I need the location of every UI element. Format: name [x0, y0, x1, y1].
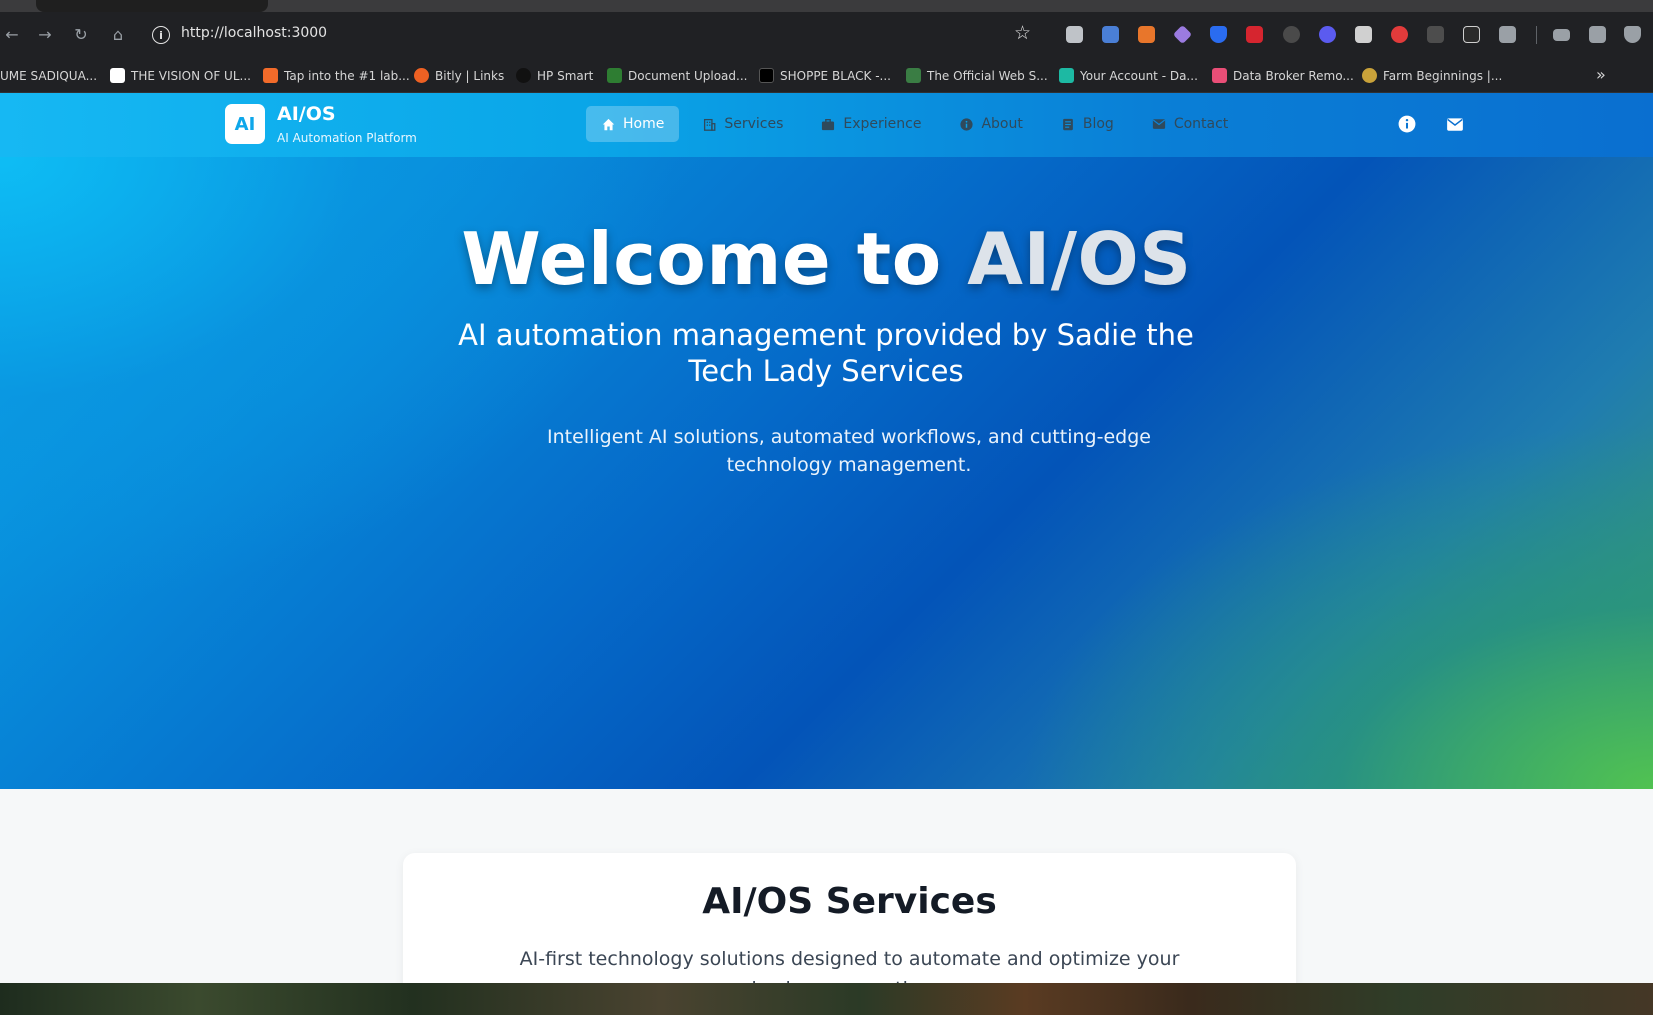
brand-title[interactable]: AI/OS: [277, 103, 336, 125]
building-icon: [702, 117, 716, 131]
site-info-icon[interactable]: i: [152, 26, 170, 44]
bookmark-item[interactable]: Document Upload...: [607, 58, 747, 93]
bookmark-item[interactable]: SHOPPE BLACK -...: [759, 58, 891, 93]
browser-tab-strip: [0, 0, 1653, 12]
bookmark-item[interactable]: Bitly | Links: [414, 58, 504, 93]
home-icon[interactable]: ⌂: [106, 23, 130, 47]
bookmark-item[interactable]: UME SADIQUA...: [0, 58, 97, 93]
diamond-extension-icon[interactable]: [1172, 24, 1193, 45]
profile-shield-icon[interactable]: [1624, 26, 1641, 43]
shield-extension-icon[interactable]: [1210, 26, 1227, 43]
hp-icon: [516, 68, 531, 83]
farm-icon: [1362, 68, 1377, 83]
browser-toolbar: ← → ↻ ⌂ i http://localhost:3000 ☆: [0, 12, 1653, 58]
nav-blog[interactable]: Blog: [1046, 106, 1129, 142]
main-nav: Home Services Experience About Blog Cont…: [586, 106, 1243, 142]
site-header: AI AI/OS AI Automation Platform Home Ser…: [0, 93, 1653, 157]
password-extension-icon[interactable]: [1246, 26, 1263, 43]
flag-icon: [263, 68, 278, 83]
notion-icon: [110, 68, 125, 83]
nav-contact[interactable]: Contact: [1137, 106, 1243, 142]
nav-about[interactable]: About: [944, 106, 1037, 142]
bookmark-item[interactable]: THE VISION OF UL...: [110, 58, 251, 93]
bookmark-label: UME SADIQUA...: [0, 68, 98, 83]
hero-description: Intelligent AI solutions, automated work…: [547, 426, 1151, 476]
bookmarks-bar: UME SADIQUA... THE VISION OF UL... Tap i…: [0, 58, 1653, 93]
mail-icon[interactable]: [1446, 115, 1464, 133]
nav-label: Services: [724, 116, 784, 132]
puzzle-extension-icon[interactable]: [1499, 26, 1516, 43]
bookmark-label: Farm Beginnings |...: [1383, 68, 1503, 83]
bookmark-item[interactable]: Tap into the #1 lab...: [263, 58, 410, 93]
bitly-icon: [414, 68, 429, 83]
nav-label: Home: [623, 116, 665, 132]
bookmark-label: THE VISION OF UL...: [131, 68, 251, 83]
services-title: AI/OS Services: [702, 881, 997, 922]
nav-label: About: [981, 116, 1023, 132]
broker-icon: [1212, 68, 1227, 83]
reload-icon[interactable]: ↻: [69, 23, 93, 47]
reading-list-icon[interactable]: [1553, 29, 1570, 41]
side-panel-icon[interactable]: [1589, 26, 1606, 43]
sb-icon: [759, 68, 774, 83]
fox-extension-icon[interactable]: [1138, 26, 1155, 43]
bookmark-item[interactable]: The Official Web S...: [906, 58, 1048, 93]
hero-title: Welcome to AI/OS: [0, 217, 1653, 301]
nav-home[interactable]: Home: [586, 106, 680, 142]
back-icon[interactable]: ←: [0, 23, 24, 47]
bookmark-item[interactable]: Farm Beginnings |...: [1362, 58, 1502, 93]
screenshot-extension-icon[interactable]: [1066, 26, 1083, 43]
home-icon: [601, 117, 615, 131]
bookmark-label: Tap into the #1 lab...: [284, 68, 410, 83]
mail-icon: [1152, 117, 1166, 131]
bookmark-label: Data Broker Remo...: [1233, 68, 1354, 83]
services-description: AI-first technology solutions designed t…: [519, 948, 1180, 983]
nav-label: Contact: [1173, 116, 1229, 132]
mute-extension-icon[interactable]: [1427, 26, 1444, 43]
address-bar[interactable]: http://localhost:3000: [181, 25, 327, 41]
nav-experience[interactable]: Experience: [806, 106, 936, 142]
bookmark-item[interactable]: Data Broker Remo...: [1212, 58, 1354, 93]
hero-section: Welcome to AI/OS AI automation managemen…: [0, 157, 1653, 789]
forward-icon[interactable]: →: [33, 23, 57, 47]
bookmark-item[interactable]: Your Account - Da...: [1059, 58, 1198, 93]
bookmark-label: SHOPPE BLACK -...: [780, 68, 891, 83]
bookmark-label: HP Smart: [537, 68, 594, 83]
hero-title-accent: AI/OS: [967, 217, 1192, 301]
gear-extension-icon[interactable]: [1319, 26, 1336, 43]
info-icon[interactable]: [1398, 115, 1416, 133]
more-bookmarks-icon[interactable]: »: [1596, 65, 1606, 84]
bookmark-label: Bitly | Links: [435, 68, 505, 83]
nav-services[interactable]: Services: [687, 106, 798, 142]
bookmark-label: Document Upload...: [628, 68, 748, 83]
notification-extension-icon[interactable]: [1391, 26, 1408, 43]
brand-subtitle: AI Automation Platform: [277, 131, 417, 145]
nav-label: Blog: [1082, 116, 1114, 132]
nav-label: Experience: [843, 116, 922, 132]
browser-active-tab[interactable]: [36, 0, 268, 12]
background-image-strip: [0, 983, 1653, 1015]
translate-extension-icon[interactable]: [1102, 26, 1119, 43]
info-icon: [959, 117, 973, 131]
seal-icon: [906, 68, 921, 83]
toolbar-divider: [1536, 26, 1537, 44]
logo[interactable]: AI: [225, 104, 265, 144]
document-icon: [1061, 117, 1075, 131]
briefcase-icon: [821, 117, 835, 131]
hero-title-lead: Welcome to: [461, 217, 968, 301]
mountain-icon: [607, 68, 622, 83]
location-icon: [1059, 68, 1074, 83]
bookmark-item[interactable]: HP Smart: [516, 58, 593, 93]
circle-extension-icon[interactable]: [1283, 26, 1300, 43]
bookmark-star-icon[interactable]: ☆: [1014, 22, 1031, 44]
grid-extension-icon[interactable]: [1355, 26, 1372, 43]
markdown-extension-icon[interactable]: [1463, 26, 1480, 43]
bookmark-label: Your Account - Da...: [1080, 68, 1198, 83]
bookmark-label: The Official Web S...: [927, 68, 1048, 83]
services-card: AI/OS Services AI-first technology solut…: [403, 853, 1296, 983]
services-section: AI/OS Services AI-first technology solut…: [0, 789, 1653, 983]
hero-subtitle: AI automation management provided by Sad…: [458, 318, 1194, 388]
